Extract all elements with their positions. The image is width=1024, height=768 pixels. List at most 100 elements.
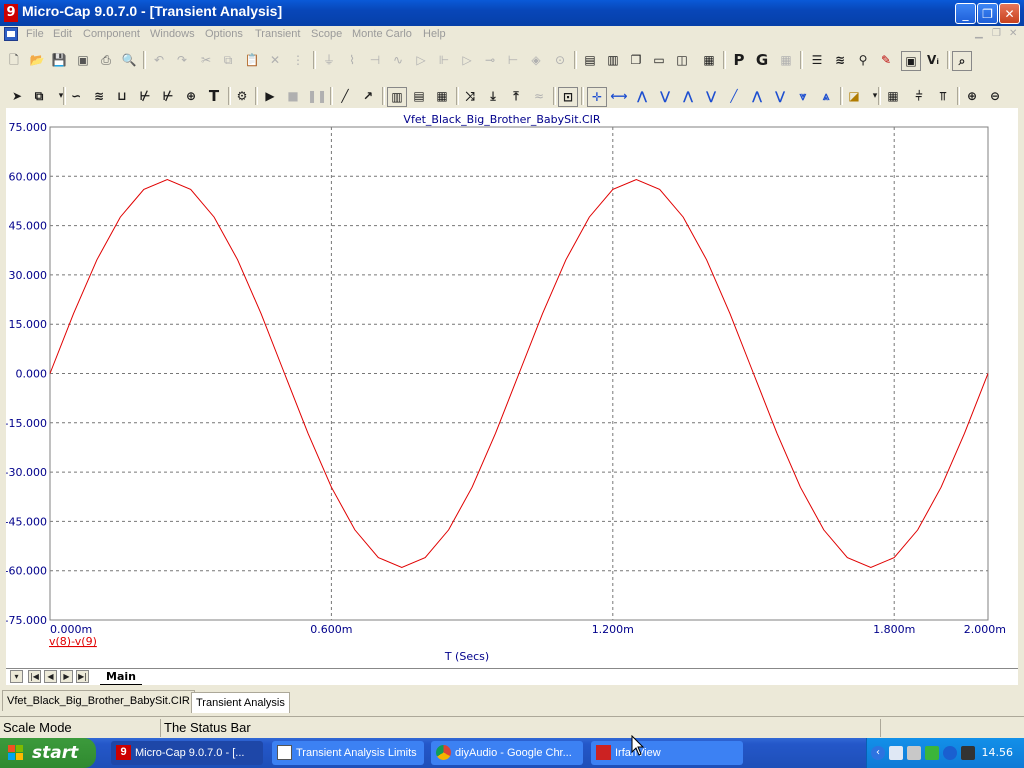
valley-icon[interactable]: ⋁ bbox=[656, 87, 674, 105]
menu-options[interactable]: Options bbox=[205, 28, 243, 40]
undo-icon[interactable]: ↶ bbox=[150, 51, 168, 69]
view-icon[interactable]: ▣ bbox=[901, 51, 921, 71]
menu-file[interactable]: File bbox=[26, 28, 44, 40]
arrow-line-icon[interactable]: ↗ bbox=[359, 87, 377, 105]
grid-fine-icon[interactable]: ▤ bbox=[410, 87, 428, 105]
first-sheet-icon[interactable]: |◀ bbox=[28, 670, 41, 683]
paste-icon[interactable]: 📋 bbox=[243, 51, 261, 69]
split-window-icon[interactable]: ◫ bbox=[673, 51, 691, 69]
menu-component[interactable]: Component bbox=[83, 28, 140, 40]
cursor-slope-icon[interactable]: ≈ bbox=[530, 87, 548, 105]
cursor-low-icon[interactable]: ⤓ bbox=[484, 87, 502, 105]
restore-button[interactable]: ❐ bbox=[977, 3, 998, 24]
save-all-icon[interactable]: ▣ bbox=[74, 51, 92, 69]
table-icon[interactable]: ▦ bbox=[884, 87, 902, 105]
cut-icon[interactable]: ✂ bbox=[197, 51, 215, 69]
switch-icon[interactable]: ⊸ bbox=[481, 51, 499, 69]
scroll-down-icon[interactable]: ▾ bbox=[10, 670, 23, 683]
cascade-icon[interactable]: ❐ bbox=[627, 51, 645, 69]
tile-vertical-icon[interactable]: ▥ bbox=[604, 51, 622, 69]
menu-transient[interactable]: Transient bbox=[255, 28, 300, 40]
peak-icon[interactable]: ⋀ bbox=[633, 87, 651, 105]
high-icon[interactable]: ⋀ bbox=[679, 87, 697, 105]
menu-windows[interactable]: Windows bbox=[150, 28, 195, 40]
tag-x-icon[interactable]: ⫪ bbox=[934, 87, 952, 105]
opamp-icon[interactable]: ▷ bbox=[458, 51, 476, 69]
task-transient-limits[interactable]: Transient Analysis Limits bbox=[272, 741, 424, 765]
select-mode-icon[interactable]: ⧉ bbox=[30, 87, 48, 105]
print-preview-icon[interactable]: 🔍 bbox=[120, 51, 138, 69]
cursor-both-icon[interactable]: ✛ bbox=[587, 87, 607, 107]
stop-icon[interactable]: ■ bbox=[284, 87, 302, 105]
fc-icon[interactable]: ⊬ bbox=[159, 87, 177, 105]
scope-icon[interactable]: ⊡ bbox=[558, 87, 578, 107]
cursor-high-icon[interactable]: ⤒ bbox=[507, 87, 525, 105]
zoom-out-icon[interactable]: ⊖ bbox=[986, 87, 1004, 105]
menu-scope[interactable]: Scope bbox=[311, 28, 342, 40]
grid-minor-icon[interactable]: ▦ bbox=[433, 87, 451, 105]
component-icon[interactable]: ◪ bbox=[845, 87, 863, 105]
tag-y-icon[interactable]: ⫩ bbox=[910, 87, 928, 105]
volume-icon[interactable] bbox=[961, 746, 975, 760]
mdi-close-icon[interactable]: ✕ bbox=[1009, 28, 1017, 39]
transistor-icon[interactable]: ⊢ bbox=[504, 51, 522, 69]
sheet-tab-main[interactable]: Main bbox=[100, 669, 142, 685]
vi-icon[interactable]: Vᵢ bbox=[924, 51, 942, 69]
curve-icon[interactable]: ∽ bbox=[67, 87, 85, 105]
diode-icon[interactable]: ▷ bbox=[412, 51, 430, 69]
copy-icon[interactable]: ⧉ bbox=[219, 51, 237, 69]
zoom-window-icon[interactable]: ⌕ bbox=[952, 51, 972, 71]
pen-icon[interactable]: ✎ bbox=[877, 51, 895, 69]
save-icon[interactable]: 💾 bbox=[50, 51, 68, 69]
resistor-icon[interactable]: ⌇ bbox=[343, 51, 361, 69]
doc-tab-transient[interactable]: Transient Analysis bbox=[191, 692, 290, 713]
mdi-minimize-icon[interactable]: ▁ bbox=[975, 28, 983, 39]
tile-horizontal-icon[interactable]: ▤ bbox=[581, 51, 599, 69]
probe-icon[interactable]: ⚲ bbox=[854, 51, 872, 69]
new-file-icon[interactable]: 🗋 bbox=[5, 51, 23, 69]
tool-icon[interactable]: ⊬ bbox=[136, 87, 154, 105]
calculator-icon[interactable]: ▦ bbox=[700, 51, 718, 69]
minimize-button[interactable]: _ bbox=[955, 3, 976, 24]
network-icon[interactable] bbox=[889, 746, 903, 760]
valley-all-icon[interactable]: ⩔ bbox=[794, 87, 812, 105]
line-icon[interactable]: ╱ bbox=[336, 87, 354, 105]
source-icon[interactable]: ⊙ bbox=[551, 51, 569, 69]
printer-icon[interactable] bbox=[907, 746, 921, 760]
cursor-horiz-icon[interactable]: ⟷ bbox=[610, 87, 628, 105]
grid-icon[interactable]: ▥ bbox=[387, 87, 407, 107]
waveform-icon[interactable]: ≋ bbox=[831, 51, 849, 69]
ground-icon[interactable]: ⏚ bbox=[320, 51, 338, 69]
app-icon[interactable]: 9 bbox=[4, 4, 18, 22]
document-system-icon[interactable] bbox=[4, 27, 18, 41]
peak-all-icon[interactable]: ⩓ bbox=[817, 87, 835, 105]
safely-remove-icon[interactable] bbox=[925, 746, 939, 760]
tray-expand-icon[interactable]: ‹ bbox=[871, 746, 885, 760]
grid-dim-icon[interactable]: ▦ bbox=[777, 51, 795, 69]
node-icon[interactable]: ◈ bbox=[527, 51, 545, 69]
dropdown-arrow-icon[interactable]: ▾ bbox=[866, 87, 884, 105]
plot-window[interactable]: 75.000 60.000 45.000 30.000 15.000 0.000 -15.0… bbox=[6, 108, 1018, 668]
inductor-icon[interactable]: ∿ bbox=[389, 51, 407, 69]
battery-icon[interactable]: ⊩ bbox=[435, 51, 453, 69]
prev-sheet-icon[interactable]: ◀ bbox=[44, 670, 57, 683]
redo-icon[interactable]: ↷ bbox=[173, 51, 191, 69]
title-bar[interactable]: 9 Micro-Cap 9.0.7.0 - [Transient Analysi… bbox=[0, 0, 1024, 26]
window-icon[interactable]: ▭ bbox=[650, 51, 668, 69]
task-irfanview[interactable]: IrfanView bbox=[591, 741, 743, 765]
series-legend-label[interactable]: v(8)-v(9) bbox=[49, 635, 97, 648]
select-arrow-icon[interactable]: ➤ bbox=[8, 87, 26, 105]
select-all-icon[interactable]: ⋮ bbox=[289, 51, 307, 69]
menu-monte-carlo[interactable]: Monte Carlo bbox=[352, 28, 412, 40]
zoom-in-icon[interactable]: ⊕ bbox=[963, 87, 981, 105]
wave-icon[interactable]: ≋ bbox=[90, 87, 108, 105]
menu-help[interactable]: Help bbox=[423, 28, 446, 40]
bracket-icon[interactable]: ⊔ bbox=[113, 87, 131, 105]
text-tool[interactable]: T bbox=[205, 87, 223, 105]
capacitor-icon[interactable]: ⊣ bbox=[366, 51, 384, 69]
menu-edit[interactable]: Edit bbox=[53, 28, 72, 40]
start-button[interactable]: start bbox=[0, 738, 96, 768]
pause-icon[interactable]: ❚❚ bbox=[307, 87, 327, 105]
transient-plot[interactable]: 75.000 60.000 45.000 30.000 15.000 0.000 -15.0… bbox=[6, 108, 1018, 668]
mdi-restore-icon[interactable]: ❐ bbox=[992, 28, 1001, 39]
